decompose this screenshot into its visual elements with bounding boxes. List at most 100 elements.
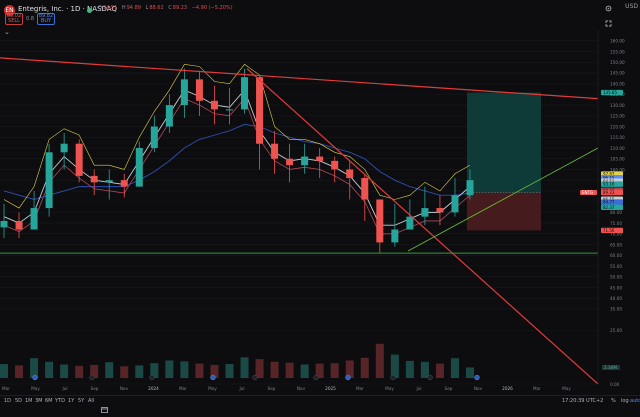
- percent-toggle[interactable]: %: [611, 398, 616, 404]
- volume-bar: [195, 363, 204, 378]
- collapse-indicators-button[interactable]: ⌄: [4, 28, 14, 36]
- price-label: 71.56: [603, 228, 615, 233]
- price-label: 82.37: [603, 205, 615, 210]
- candle-body: [241, 77, 249, 110]
- y-tick-label: 140.00: [610, 81, 625, 86]
- volume-bar: [255, 359, 264, 378]
- x-tick-label: Mar: [356, 386, 364, 391]
- volume-bar: [300, 364, 309, 378]
- x-tick-label: May: [208, 386, 217, 391]
- chart-background: [0, 0, 640, 407]
- event-marker-icon: [474, 374, 480, 381]
- buy-button[interactable]: 89.82 BUY: [37, 13, 55, 25]
- candle-body: [331, 160, 339, 170]
- candle-body: [361, 178, 369, 200]
- y-tick-label: 60.00: [610, 253, 622, 258]
- timeframe-3m[interactable]: 3M: [35, 398, 43, 404]
- candle-body: [256, 77, 264, 144]
- volume-bar: [45, 361, 54, 378]
- auto-toggle[interactable]: auto: [630, 398, 640, 404]
- y-tick-label: 155.00: [610, 49, 625, 54]
- x-tick-label: Sep: [91, 386, 99, 391]
- y-tick-label: 25.00: [610, 328, 622, 333]
- y-tick-label: 55.00: [610, 264, 622, 269]
- y-tick-label: 110.00: [610, 146, 625, 151]
- x-tick-label: Nov: [474, 386, 483, 391]
- change-value: −4.90 (−5.20%): [191, 5, 233, 11]
- y-tick-label: 130.00: [610, 103, 625, 108]
- candle-body: [451, 195, 459, 213]
- x-tick-label: Nov: [120, 386, 129, 391]
- sell-label: SELL: [8, 18, 20, 24]
- close-value: 89.23: [172, 5, 188, 11]
- x-tick-label: Nov: [297, 386, 306, 391]
- event-marker-icon: [32, 374, 38, 381]
- candle-body: [150, 126, 158, 148]
- candle-body: [466, 180, 474, 196]
- timeframe-ytd[interactable]: YTD: [55, 398, 65, 404]
- x-tick-label: Jul: [238, 386, 244, 391]
- timeframe-all[interactable]: All: [88, 398, 94, 404]
- price-label: 93.16: [603, 182, 615, 187]
- price-chart[interactable]: 0.00 25.00 35.00 40.00 45.00 50.00 55.00 60.00 6…: [0, 0, 640, 407]
- y-tick-label: 0.00: [610, 382, 620, 387]
- timeframe-6m[interactable]: 6M: [45, 398, 53, 404]
- candle-body: [105, 180, 113, 183]
- candle-body: [346, 169, 354, 179]
- timeframe-1d[interactable]: 1D: [4, 398, 11, 404]
- candle-body: [135, 148, 143, 187]
- volume-bar: [105, 362, 114, 378]
- candle-body: [210, 100, 218, 110]
- timeframe-1m[interactable]: 1M: [25, 398, 33, 404]
- ohlc-readout: O94.51 H94.89 L88.62 C89.23 −4.90 (−5.20…: [98, 5, 233, 11]
- x-tick-label: Jul: [61, 386, 67, 391]
- bottom-toolbar: 1D 5D 1M 3M 6M YTD 1Y 5Y All 17:20:39 UT…: [0, 395, 640, 413]
- volume-bar: [360, 357, 369, 378]
- settings-icon[interactable]: [605, 5, 612, 12]
- volume-bar: [240, 357, 249, 378]
- sell-button[interactable]: 89.02 SELL: [5, 13, 23, 25]
- candle-body: [0, 220, 8, 228]
- volume-bar: [435, 363, 444, 378]
- x-tick-label: May: [31, 386, 40, 391]
- y-tick-label: 115.00: [610, 135, 625, 140]
- timeframe-5d[interactable]: 5D: [15, 398, 22, 404]
- volume-bar: [225, 364, 234, 378]
- candle-body: [15, 220, 23, 230]
- volume-bar: [165, 360, 174, 378]
- x-tick-label: Mar: [533, 386, 541, 391]
- timeframe-5y[interactable]: 5Y: [78, 398, 84, 404]
- volume-bar: [420, 361, 429, 378]
- currency-label[interactable]: USD: [625, 3, 638, 10]
- clock-readout[interactable]: 17:20:39 UTC+2: [562, 398, 603, 404]
- calendar-icon[interactable]: [101, 398, 108, 417]
- candle-body: [316, 156, 324, 161]
- volume-bar: [0, 364, 8, 378]
- x-tick-label: Sep: [268, 386, 276, 391]
- volume-bar: [390, 354, 399, 378]
- event-marker-icon: [345, 374, 351, 381]
- y-tick-label: 145.00: [610, 71, 625, 76]
- volume-label-bg: [602, 364, 620, 370]
- candle-body: [301, 156, 309, 166]
- price-label: 89.23: [603, 190, 615, 195]
- y-tick-label: 75.00: [610, 221, 622, 226]
- x-tick-label: Sep: [445, 386, 453, 391]
- candle-body: [120, 180, 128, 187]
- x-tick-label: Mar: [179, 386, 187, 391]
- candle-body: [165, 105, 173, 127]
- timeframe-1y[interactable]: 1Y: [68, 398, 74, 404]
- event-marker-icon: [252, 374, 258, 381]
- y-tick-label: 80.00: [610, 210, 622, 215]
- close-key: C: [168, 5, 172, 11]
- expand-icon[interactable]: [605, 20, 612, 27]
- open-key: O: [98, 5, 102, 11]
- open-value: 94.51: [102, 5, 118, 11]
- high-key: H: [121, 5, 126, 11]
- y-tick-label: 105.00: [610, 157, 625, 162]
- event-marker-icon: [427, 374, 433, 381]
- last-price-tag: ENTG: [582, 190, 593, 195]
- candle-body: [421, 208, 429, 217]
- log-toggle[interactable]: log: [621, 398, 629, 404]
- stop-zone: [467, 192, 541, 231]
